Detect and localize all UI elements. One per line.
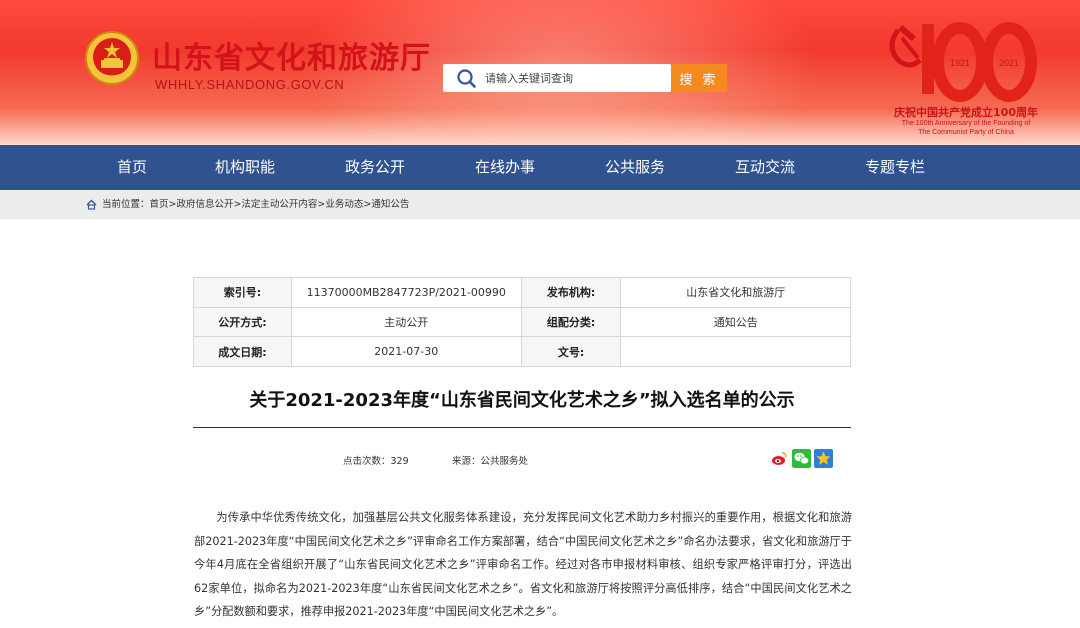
- doc-no-value: [620, 336, 851, 367]
- anniv-year-left: 1921: [950, 58, 970, 68]
- site-domain: WHHLY.SHANDONG.GOV.CN: [155, 77, 345, 92]
- table-row: 成文日期: 2021-07-30 文号:: [193, 336, 851, 367]
- disclosure-value: 主动公开: [290, 306, 522, 338]
- table-row: 公开方式: 主动公开 组配分类: 通知公告: [193, 306, 851, 338]
- doc-no-label: 文号:: [520, 336, 622, 367]
- breadcrumb-label: 当前位置：: [102, 199, 150, 210]
- views-value: 329: [390, 456, 409, 467]
- date-value: 2021-07-30: [290, 336, 522, 367]
- home-icon: [86, 199, 97, 210]
- source-label: 来源：: [452, 456, 481, 467]
- document-info-table: 索引号: 11370000MB2847723P/2021-00990 发布机构:…: [193, 277, 851, 367]
- nav-item-public-services[interactable]: 公共服务: [605, 145, 665, 190]
- main-nav: 首页 机构职能 政务公开 在线办事 公共服务 互动交流 专题专栏: [0, 145, 1080, 190]
- index-label: 索引号:: [193, 277, 292, 308]
- publisher-value: 山东省文化和旅游厅: [620, 277, 851, 308]
- nav-item-functions[interactable]: 机构职能: [215, 145, 275, 190]
- publisher-label: 发布机构:: [520, 277, 622, 308]
- weibo-icon[interactable]: [770, 449, 789, 468]
- nav-item-online-services[interactable]: 在线办事: [475, 145, 535, 190]
- hammer-sickle-icon: [889, 24, 922, 68]
- breadcrumb-text: 当前位置：首页>政府信息公开>法定主动公开内容>业务动态>通知公告: [102, 190, 409, 219]
- site-title[interactable]: 山东省文化和旅游厅: [152, 33, 431, 77]
- nav-item-home[interactable]: 首页: [117, 145, 147, 190]
- wechat-icon[interactable]: [792, 449, 811, 468]
- source-value: 公共服务处: [480, 456, 529, 467]
- search-button[interactable]: 搜 索: [671, 64, 727, 92]
- title-divider: [193, 427, 851, 428]
- breadcrumb-path[interactable]: 首页>政府信息公开>法定主动公开内容>业务动态>通知公告: [150, 199, 410, 210]
- nav-item-gov-affairs[interactable]: 政务公开: [345, 145, 405, 190]
- date-label: 成文日期:: [193, 336, 292, 367]
- article-source: 来源：公共服务处: [452, 453, 528, 467]
- breadcrumb: 当前位置：首页>政府信息公开>法定主动公开内容>业务动态>通知公告: [0, 190, 1080, 219]
- anniversary-slogan-en-line1: The 100th Anniversary of the Founding of: [901, 120, 1031, 127]
- site-header: 山东省文化和旅游厅 WHHLY.SHANDONG.GOV.CN 搜 索 1921…: [0, 0, 1080, 145]
- search-input[interactable]: [485, 65, 665, 91]
- view-count: 点击次数：329: [343, 453, 409, 467]
- category-value: 通知公告: [620, 306, 851, 338]
- disclosure-label: 公开方式:: [193, 306, 292, 338]
- article-body: 为传承中华优秀传统文化，加强基层公共文化服务体系建设，充分发挥民间文化艺术助力乡…: [194, 511, 852, 618]
- national-emblem-icon[interactable]: [84, 30, 140, 86]
- index-value: 11370000MB2847723P/2021-00990: [290, 277, 522, 308]
- category-label: 组配分类:: [520, 306, 622, 338]
- article-title: 关于2021-2023年度“山东省民间文化艺术之乡”拟入选名单的公示: [249, 390, 795, 411]
- nav-item-special-topics[interactable]: 专题专栏: [865, 145, 925, 190]
- search-box: [443, 64, 671, 92]
- qzone-icon[interactable]: [814, 449, 833, 468]
- anniversary-slogan-cn: 庆祝中国共产党成立100周年: [894, 106, 1038, 119]
- nav-item-interaction[interactable]: 互动交流: [735, 145, 795, 190]
- views-label: 点击次数：: [343, 456, 391, 467]
- table-row: 索引号: 11370000MB2847723P/2021-00990 发布机构:…: [193, 277, 851, 308]
- anniv-year-right: 2021: [999, 58, 1019, 68]
- anniversary-slogan-en-line2: The Communist Party of China: [918, 129, 1014, 136]
- search-icon: [457, 69, 476, 88]
- anniversary-slogan-en: The 100th Anniversary of the Founding of…: [886, 119, 1046, 137]
